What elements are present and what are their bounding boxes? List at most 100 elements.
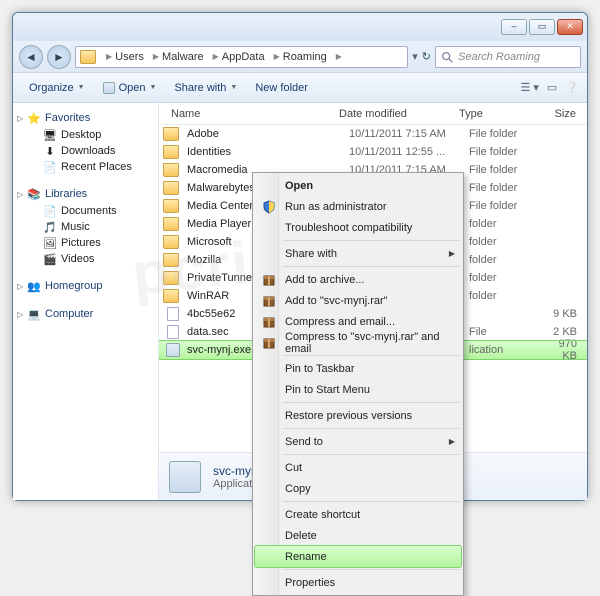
- menu-item-troubleshoot-compatibility[interactable]: Troubleshoot compatibility: [255, 217, 461, 238]
- help-button[interactable]: ❔: [565, 81, 579, 94]
- titlebar[interactable]: – ▭ ✕: [13, 13, 587, 41]
- organize-button[interactable]: Organize▼: [21, 78, 93, 98]
- sidebar-item-music[interactable]: 🎵Music: [13, 219, 158, 235]
- menu-item-create-shortcut[interactable]: Create shortcut: [255, 504, 461, 525]
- sidebar-item-videos[interactable]: 🎬Videos: [13, 251, 158, 267]
- favorites-group[interactable]: ▷⭐Favorites: [13, 109, 158, 127]
- menu-item-label: Add to "svc-mynj.rar": [285, 295, 388, 307]
- search-input[interactable]: Search Roaming: [435, 46, 581, 68]
- file-row[interactable]: Identities10/11/2011 12:55 ...File folde…: [159, 143, 587, 161]
- preview-pane-button[interactable]: ▭: [547, 81, 557, 94]
- downloads-icon: ⬇: [43, 144, 57, 158]
- menu-item-label: Troubleshoot compatibility: [285, 222, 412, 234]
- folder-icon: [163, 145, 179, 159]
- menu-item-label: Cut: [285, 462, 302, 474]
- open-button[interactable]: Open▼: [95, 78, 165, 98]
- breadcrumb-item[interactable]: Malware: [162, 51, 204, 63]
- libraries-icon: 📚: [27, 187, 41, 201]
- desktop-icon: 🖥: [43, 128, 57, 142]
- file-icon: [167, 307, 179, 321]
- file-type: lication: [469, 344, 547, 356]
- column-date[interactable]: Date modified: [333, 108, 453, 120]
- back-button[interactable]: ◄: [19, 45, 43, 69]
- menu-item-restore-previous-versions[interactable]: Restore previous versions: [255, 405, 461, 426]
- refresh-button[interactable]: ↻: [422, 50, 431, 63]
- search-icon: [440, 50, 454, 64]
- menu-item-add-to-archive[interactable]: Add to archive...: [255, 269, 461, 290]
- menu-item-rename[interactable]: Rename: [255, 546, 461, 567]
- file-type: File folder: [469, 128, 547, 140]
- music-icon: 🎵: [43, 220, 57, 234]
- menu-item-label: Delete: [285, 530, 317, 542]
- sidebar-item-downloads[interactable]: ⬇Downloads: [13, 143, 158, 159]
- menu-item-send-to[interactable]: Send to▶: [255, 431, 461, 452]
- videos-icon: 🎬: [43, 252, 57, 266]
- homegroup-group[interactable]: ▷👥Homegroup: [13, 277, 158, 295]
- menu-item-run-as-administrator[interactable]: Run as administrator: [255, 196, 461, 217]
- menu-item-pin-to-taskbar[interactable]: Pin to Taskbar: [255, 358, 461, 379]
- menu-item-properties[interactable]: Properties: [255, 572, 461, 593]
- recent-icon: 📄: [43, 160, 57, 174]
- folder-icon: [163, 235, 179, 249]
- column-size[interactable]: Size: [531, 108, 587, 120]
- file-type: folder: [469, 254, 547, 266]
- sidebar-item-pictures[interactable]: 🖼Pictures: [13, 235, 158, 251]
- folder-icon: [80, 50, 96, 64]
- menu-item-label: Properties: [285, 577, 335, 589]
- folder-icon: [163, 199, 179, 213]
- file-name: Adobe: [187, 128, 349, 140]
- computer-group[interactable]: ▷💻Computer: [13, 305, 158, 323]
- folder-icon: [163, 289, 179, 303]
- menu-item-share-with[interactable]: Share with▶: [255, 243, 461, 264]
- menu-separator: [283, 402, 459, 403]
- menu-item-label: Run as administrator: [285, 201, 387, 213]
- menu-item-compress-to-svc-mynj-rar-and-email[interactable]: Compress to "svc-mynj.rar" and email: [255, 332, 461, 353]
- menu-item-label: Share with: [285, 248, 337, 260]
- menu-item-label: Restore previous versions: [285, 410, 412, 422]
- forward-button[interactable]: ►: [47, 45, 71, 69]
- close-button[interactable]: ✕: [557, 19, 583, 35]
- minimize-button[interactable]: –: [501, 19, 527, 35]
- menu-separator: [283, 355, 459, 356]
- documents-icon: 📄: [43, 204, 57, 218]
- breadcrumb-item[interactable]: Roaming: [283, 51, 327, 63]
- menu-item-copy[interactable]: Copy: [255, 478, 461, 499]
- menu-item-add-to-svc-mynj-rar[interactable]: Add to "svc-mynj.rar": [255, 290, 461, 311]
- menu-separator: [283, 428, 459, 429]
- view-button[interactable]: ☰ ▾: [520, 81, 538, 94]
- sidebar-item-desktop[interactable]: 🖥Desktop: [13, 127, 158, 143]
- column-name[interactable]: Name: [165, 108, 333, 120]
- shield-icon: [261, 199, 277, 215]
- menu-item-pin-to-start-menu[interactable]: Pin to Start Menu: [255, 379, 461, 400]
- libraries-group[interactable]: ▷📚Libraries: [13, 185, 158, 203]
- share-with-button[interactable]: Share with▼: [166, 78, 245, 98]
- menu-item-delete[interactable]: Delete: [255, 525, 461, 546]
- file-date: 10/11/2011 7:15 AM: [349, 128, 469, 140]
- context-menu: Open Run as administrator Troubleshoot com…: [252, 172, 464, 596]
- menu-item-label: Create shortcut: [285, 509, 360, 521]
- menu-item-label: Pin to Start Menu: [285, 384, 370, 396]
- breadcrumb-item[interactable]: AppData: [222, 51, 265, 63]
- menu-separator: [283, 501, 459, 502]
- file-date: 10/11/2011 12:55 ...: [349, 146, 469, 158]
- computer-icon: 💻: [27, 307, 41, 321]
- menu-item-open[interactable]: Open: [255, 175, 461, 196]
- menu-item-compress-and-email[interactable]: Compress and email...: [255, 311, 461, 332]
- new-folder-button[interactable]: New folder: [247, 78, 316, 98]
- sidebar-item-documents[interactable]: 📄Documents: [13, 203, 158, 219]
- breadcrumb[interactable]: ▶Users ▶Malware ▶AppData ▶Roaming ▶: [75, 46, 408, 68]
- file-row[interactable]: Adobe10/11/2011 7:15 AMFile folder: [159, 125, 587, 143]
- menu-item-cut[interactable]: Cut: [255, 457, 461, 478]
- file-type: folder: [469, 272, 547, 284]
- file-size: 2 KB: [547, 326, 587, 338]
- file-type: File folder: [469, 200, 547, 212]
- sidebar-item-recent[interactable]: 📄Recent Places: [13, 159, 158, 175]
- column-type[interactable]: Type: [453, 108, 531, 120]
- folder-icon: [163, 253, 179, 267]
- toolbar: Organize▼ Open▼ Share with▼ New folder ☰…: [13, 73, 587, 103]
- breadcrumb-item[interactable]: Users: [115, 51, 144, 63]
- maximize-button[interactable]: ▭: [529, 19, 555, 35]
- submenu-arrow-icon: ▶: [449, 437, 455, 446]
- archive-icon: [261, 272, 277, 288]
- file-type: File folder: [469, 164, 547, 176]
